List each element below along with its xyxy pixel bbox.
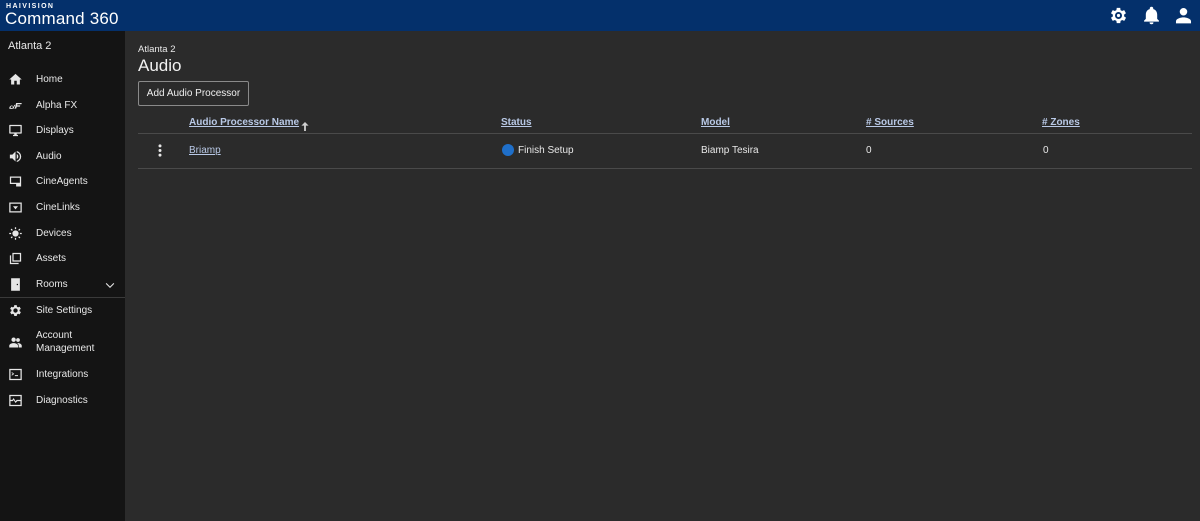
sidebar-item-rooms[interactable]: Rooms [0, 273, 125, 295]
sidebar-item-site-settings[interactable]: Site Settings [0, 299, 125, 321]
sidebar-item-alpha-fx[interactable]: Alpha FX [0, 94, 125, 116]
users-icon [8, 335, 23, 350]
top-bar: HAIVISION Command 360 [0, 0, 1200, 31]
page-title: Audio [138, 56, 182, 75]
site-name[interactable]: Atlanta 2 [8, 40, 51, 52]
add-audio-processor-button[interactable]: Add Audio Processor [138, 81, 249, 106]
sidebar-item-label: Assets [36, 252, 67, 264]
assets-icon [8, 251, 23, 266]
sidebar-item-label: Home [36, 73, 63, 85]
sidebar-item-assets[interactable]: Assets [0, 247, 125, 269]
sidebar-item-label: Diagnostics [36, 394, 88, 406]
sidebar-item-label: Alpha FX [36, 99, 78, 111]
sidebar-item-devices[interactable]: Devices [0, 222, 125, 244]
diagnostics-icon [8, 393, 23, 408]
sidebar-item-label: Account Management [36, 330, 95, 354]
model-cell: Biamp Tesira [701, 145, 759, 156]
sidebar-item-label: Displays [36, 124, 74, 136]
sidebar-item-label: Devices [36, 227, 72, 239]
info-status-icon [502, 144, 514, 156]
column-header-name[interactable]: Audio Processor Name [189, 117, 299, 128]
breadcrumb[interactable]: Atlanta 2 [138, 44, 176, 55]
sources-cell: 0 [866, 145, 872, 156]
bell-icon[interactable] [1141, 5, 1162, 26]
sidebar: Atlanta 2 Home Alpha FX Displays Audio C… [0, 31, 125, 521]
speaker-icon [8, 149, 23, 164]
processor-name-link[interactable]: Briamp [189, 145, 221, 156]
gear-icon[interactable] [1108, 5, 1129, 26]
rooms-icon [8, 277, 23, 292]
sort-ascending-icon[interactable] [301, 118, 309, 131]
status-text: Finish Setup [518, 145, 574, 156]
column-header-sources[interactable]: # Sources [866, 117, 914, 128]
sidebar-item-home[interactable]: Home [0, 68, 125, 90]
app-title[interactable]: Command 360 [5, 9, 119, 29]
sidebar-item-label: Integrations [36, 368, 89, 380]
sidebar-item-label: Audio [36, 150, 62, 162]
chevron-down-icon[interactable] [104, 278, 116, 290]
column-header-model[interactable]: Model [701, 117, 730, 128]
gear-icon [8, 303, 23, 318]
sidebar-item-diagnostics[interactable]: Diagnostics [0, 389, 125, 411]
devices-icon [8, 226, 23, 241]
alpha-fx-icon [8, 98, 23, 113]
home-icon [8, 72, 23, 87]
column-header-status[interactable]: Status [501, 117, 532, 128]
sidebar-item-cinelinks[interactable]: CineLinks [0, 196, 125, 218]
column-header-zones[interactable]: # Zones [1042, 117, 1080, 128]
sidebar-item-account-management[interactable]: Account Management [0, 327, 125, 357]
terminal-icon [8, 367, 23, 382]
sidebar-item-audio[interactable]: Audio [0, 145, 125, 167]
zones-cell: 0 [1043, 145, 1049, 156]
row-actions-icon[interactable] [156, 144, 164, 157]
sidebar-divider [0, 297, 125, 298]
sidebar-item-label: Rooms [36, 278, 68, 290]
sidebar-item-displays[interactable]: Displays [0, 119, 125, 141]
cineagents-icon [8, 174, 23, 189]
sidebar-item-label: CineAgents [36, 175, 88, 187]
monitor-icon [8, 123, 23, 138]
sidebar-item-integrations[interactable]: Integrations [0, 363, 125, 385]
sidebar-item-cineagents[interactable]: CineAgents [0, 170, 125, 192]
user-icon[interactable] [1173, 5, 1194, 26]
row-divider [138, 168, 1192, 169]
cinelinks-icon [8, 200, 23, 215]
header-divider [138, 133, 1192, 134]
sidebar-item-label: CineLinks [36, 201, 80, 213]
sidebar-item-label: Site Settings [36, 304, 93, 316]
